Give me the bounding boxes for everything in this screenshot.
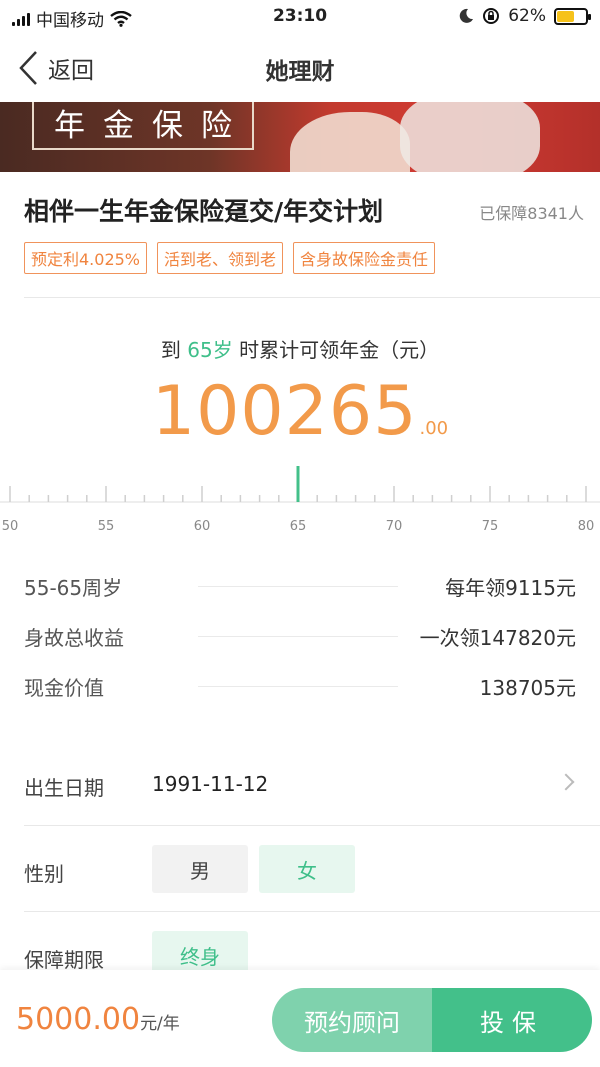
ruler-label: 65 <box>290 519 307 534</box>
accum-prefix: 到 <box>160 338 181 362</box>
summary-value: 138705元 <box>479 676 576 700</box>
bottom-bar: 5000.00元/年 预约顾问 投保 <box>0 970 600 1067</box>
divider <box>24 825 600 826</box>
amount-decimal: .00 <box>419 418 449 439</box>
battery-fill <box>557 10 575 22</box>
product-tags: 预定利4.025% 活到老、领到老 含身故保险金责任 <box>24 242 436 274</box>
row-separator <box>198 686 398 687</box>
status-bar: 中国移动 23:10 62% <box>0 0 600 34</box>
birth-label: 出生日期 <box>24 776 104 800</box>
term-label: 保障期限 <box>24 948 104 972</box>
premium-unit: 元/年 <box>140 1014 180 1034</box>
ruler-label: 70 <box>386 519 403 534</box>
age-ruler-slider[interactable]: 50 55 60 65 70 75 80 <box>0 464 600 534</box>
product-title: 相伴一生年金保险趸交/年交计划 <box>24 197 384 226</box>
premium-price: 5000.00元/年 <box>16 1002 180 1037</box>
birth-date-field[interactable]: 1991-11-12 <box>152 772 268 796</box>
accumulated-caption: 到 65岁 时累计可领年金（元） <box>0 334 600 363</box>
gender-male-option[interactable]: 男 <box>152 845 248 893</box>
tag-lifetime: 活到老、领到老 <box>157 242 284 274</box>
ruler-label: 80 <box>578 519 595 534</box>
accum-age: 65岁 <box>187 338 233 362</box>
gender-female-option[interactable]: 女 <box>259 845 355 893</box>
buy-insurance-button[interactable]: 投保 <box>432 988 592 1052</box>
banner-photo-shape <box>290 112 410 172</box>
action-buttons: 预约顾问 投保 <box>272 988 592 1052</box>
row-separator <box>198 586 398 587</box>
divider <box>24 297 600 298</box>
accum-suffix: 时累计可领年金（元） <box>239 338 440 362</box>
page-title: 她理财 <box>265 59 335 85</box>
divider <box>24 911 600 912</box>
rotation-lock-icon <box>483 8 500 24</box>
ruler-label: 60 <box>194 519 211 534</box>
summary-row-death: 身故总收益 一次领147820元 <box>24 622 576 652</box>
summary-label: 55-65周岁 <box>24 576 123 600</box>
covered-count: 已保障8341人 <box>479 204 584 223</box>
summary-value: 一次领147820元 <box>419 626 576 650</box>
premium-amount: 5000.00 <box>16 1002 141 1037</box>
row-separator <box>198 636 398 637</box>
nav-bar: 返回 她理财 <box>0 36 600 100</box>
accumulated-amount: 100265.00 <box>0 372 600 451</box>
gender-label: 性别 <box>24 862 64 886</box>
banner-photo-shape <box>400 102 540 172</box>
summary-label: 身故总收益 <box>24 626 124 650</box>
summary-row-cash: 现金价值 138705元 <box>24 672 576 702</box>
summary-row-annual: 55-65周岁 每年领9115元 <box>24 572 576 602</box>
status-right: 62% <box>458 6 591 26</box>
battery-percent: 62% <box>508 6 546 26</box>
book-consultant-button[interactable]: 预约顾问 <box>272 988 432 1052</box>
banner-title: 年金保险 <box>32 102 254 150</box>
product-banner: 年金保险 <box>0 102 600 172</box>
chevron-right-icon[interactable] <box>557 773 575 791</box>
ruler-label: 50 <box>2 519 19 534</box>
moon-icon <box>459 8 474 23</box>
tag-death-benefit: 含身故保险金责任 <box>293 242 436 274</box>
ruler-label: 75 <box>482 519 499 534</box>
amount-integer: 100265 <box>151 372 418 451</box>
summary-label: 现金价值 <box>24 676 104 700</box>
battery-icon <box>554 7 591 25</box>
ruler-label: 55 <box>98 519 115 534</box>
summary-value: 每年领9115元 <box>445 576 576 600</box>
tag-rate: 预定利4.025% <box>24 242 148 274</box>
